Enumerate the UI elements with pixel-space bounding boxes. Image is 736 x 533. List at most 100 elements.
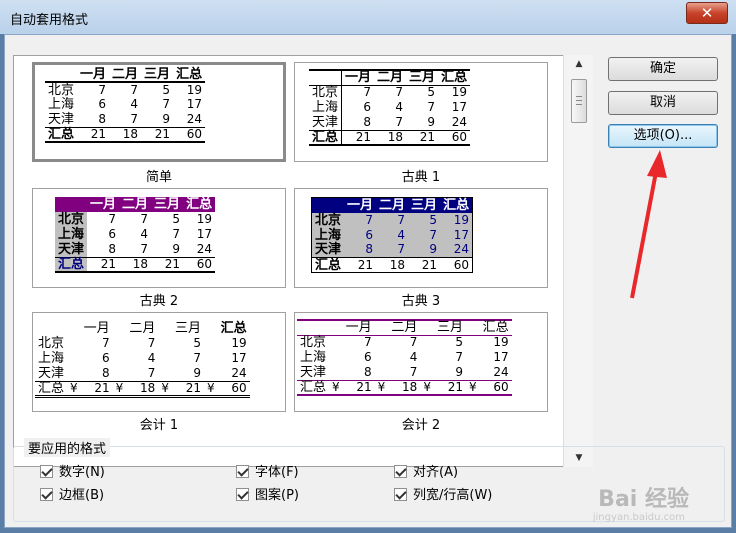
cell: 5 <box>429 212 438 227</box>
row-label: 上海 <box>38 351 65 366</box>
checkbox-label: 列宽/行高(W) <box>413 488 493 503</box>
cell: 7 <box>193 351 201 365</box>
cell: 7 <box>140 241 149 256</box>
row-label: 天津 <box>48 111 75 127</box>
checkbox-icon[interactable] <box>394 488 407 501</box>
scroll-up-icon[interactable]: ▲ <box>564 55 594 73</box>
close-button[interactable]: ✕ <box>686 2 728 24</box>
cell: 18 <box>122 126 139 141</box>
cell: 17 <box>453 227 470 242</box>
checkbox-icon[interactable] <box>236 465 249 478</box>
cell: 21 <box>90 126 107 141</box>
cell: 7 <box>409 335 418 350</box>
format-label-accounting2: 会计 2 <box>401 418 441 433</box>
checkbox-alignment[interactable]: 对齐(A) <box>394 464 458 482</box>
cell: 4 <box>397 227 406 242</box>
cell: 21 <box>421 257 438 272</box>
hdr-total: 汇总 <box>176 66 203 82</box>
row-label: 上海 <box>300 350 327 365</box>
format-card-accounting1[interactable]: 一月 二月 三月 汇总 北京 7 7 5 19 上海 6 4 7 17 天津 8 7 9 24 汇总 ¥2… <box>32 312 286 412</box>
cell: 5 <box>193 336 201 350</box>
scroll-thumb[interactable] <box>571 79 587 123</box>
cell: 6 <box>108 227 117 241</box>
hdr-mar: 三月 <box>154 197 181 212</box>
hdr-total: 汇总 <box>186 197 213 212</box>
checkbox-icon[interactable] <box>40 465 53 478</box>
cell: 7 <box>108 212 117 226</box>
cell: 21 <box>100 256 117 271</box>
cell: 8 <box>98 111 107 126</box>
cell: 5 <box>172 212 181 226</box>
format-card-accounting2[interactable]: 一月 二月 三月 汇总 北京 7 7 5 19 上海 6 4 7 17 天津 8 7 9 24 汇总 ¥2… <box>294 312 548 412</box>
row-label: 北京 <box>300 335 327 351</box>
cell: 4 <box>130 97 139 111</box>
watermark-url: jingyan.baidu.com <box>592 512 685 523</box>
hdr-total: 汇总 <box>443 197 470 213</box>
format-label-classic3: 古典 3 <box>401 294 441 309</box>
watermark-logo: Bai 经验 <box>598 487 689 512</box>
checkbox-font[interactable]: 字体(F) <box>236 464 299 482</box>
currency: ¥ <box>115 380 124 395</box>
cell: 7 <box>365 212 374 227</box>
checkbox-label: 图案(P) <box>255 488 299 503</box>
cell: 6 <box>102 351 110 365</box>
checkbox-number[interactable]: 数字(N) <box>40 464 105 482</box>
cell: 17 <box>451 100 468 114</box>
cell: 24 <box>231 365 247 380</box>
checkbox-icon[interactable] <box>394 465 407 478</box>
cell: 21 <box>94 380 110 395</box>
currency: ¥ <box>468 379 477 394</box>
hdr-feb: 二月 <box>122 197 149 212</box>
ok-button[interactable]: 确定 <box>608 57 718 81</box>
title-bar: 自动套用格式 ✕ <box>0 0 736 34</box>
hdr-jan: 一月 <box>345 320 372 336</box>
format-card-classic1[interactable]: 一月 二月 三月 汇总 北京 7 7 5 19 上海 6 4 7 17 天津 8 7 9 24 汇总 21… <box>294 62 548 162</box>
format-card-classic3[interactable]: 一月 二月 三月 汇总 北京 7 7 5 19 上海 6 4 7 17 天津 8 7 9 24 汇总 21… <box>294 188 548 288</box>
checkbox-icon[interactable] <box>40 488 53 501</box>
row-label: 上海 <box>48 97 75 112</box>
cell: 60 <box>196 256 213 271</box>
cell: 8 <box>108 241 117 256</box>
hdr-feb: 二月 <box>391 320 418 336</box>
checkbox-width-height[interactable]: 列宽/行高(W) <box>394 487 492 505</box>
cell: 8 <box>363 114 372 129</box>
row-label: 北京 <box>55 212 88 227</box>
format-card-classic2[interactable]: 一月 二月 三月 汇总 北京 7 7 5 19 上海 6 4 7 17 天津 8 7 9 24 汇总 21… <box>32 188 286 288</box>
preview-table-accounting1: 一月 二月 三月 汇总 北京 7 7 5 19 上海 6 4 7 17 天津 8 7 9 24 汇总 ¥2… <box>35 321 250 398</box>
cell: 9 <box>427 114 436 129</box>
cell: 21 <box>185 380 201 395</box>
cell: 7 <box>397 212 406 227</box>
cell: 7 <box>172 227 181 241</box>
row-label: 天津 <box>38 365 65 381</box>
cell: 18 <box>402 379 418 394</box>
hdr-feb: 二月 <box>112 66 139 82</box>
hdr-feb: 二月 <box>379 197 406 213</box>
cell: 7 <box>140 212 149 226</box>
hdr-jan: 一月 <box>80 66 107 82</box>
checkbox-pattern[interactable]: 图案(P) <box>236 487 299 505</box>
format-card-simple[interactable]: 一月 二月 三月 汇总 北京 7 7 5 19 上海 6 4 7 17 天津 8 7 9 24 汇总 21… <box>32 62 286 162</box>
cell: 60 <box>451 129 468 144</box>
checkbox-icon[interactable] <box>236 488 249 501</box>
cell: 6 <box>364 350 372 364</box>
currency: ¥ <box>423 379 431 394</box>
hdr-jan: 一月 <box>90 197 117 212</box>
format-label-simple: 简单 <box>145 170 172 185</box>
currency: ¥ <box>161 380 169 395</box>
cancel-button[interactable]: 取消 <box>608 91 718 115</box>
cell: 7 <box>455 350 463 364</box>
currency: ¥ <box>377 379 386 394</box>
cell: 4 <box>147 351 156 365</box>
options-button[interactable]: 选项(O)... <box>608 124 718 148</box>
checkbox-label: 边框(B) <box>59 488 105 503</box>
row-label: 天津 <box>315 242 342 258</box>
checkbox-border[interactable]: 边框(B) <box>40 487 104 505</box>
cell: 18 <box>389 257 406 272</box>
format-gallery: 一月 二月 三月 汇总 北京 7 7 5 19 上海 6 4 7 17 天津 8 7 9 24 汇总 21… <box>13 55 593 467</box>
row-label: 天津 <box>309 115 343 130</box>
gallery-scrollbar[interactable]: ▲ ▼ <box>563 55 593 467</box>
format-label-classic2: 古典 2 <box>139 294 179 309</box>
format-label-accounting1: 会计 1 <box>139 418 179 433</box>
cell: 60 <box>493 379 509 394</box>
cell: 19 <box>453 212 470 227</box>
